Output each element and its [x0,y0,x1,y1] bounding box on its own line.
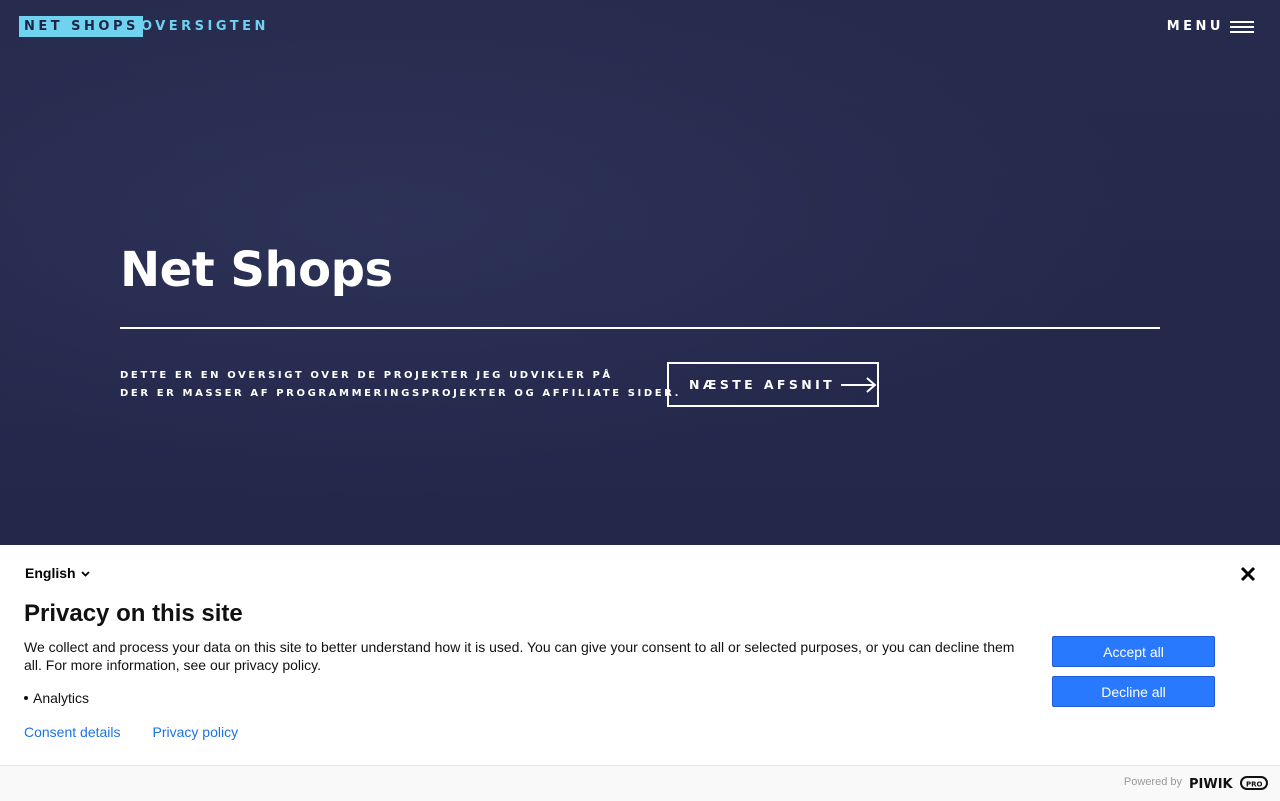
consent-links: Consent details Privacy policy [24,724,238,740]
piwik-pro-logo-icon[interactable]: PIWIK PRO [1189,775,1269,791]
consent-banner: English Privacy on this site We collect … [0,545,1280,801]
title-divider [120,327,1160,329]
bullet-icon [24,696,28,700]
privacy-policy-link[interactable]: Privacy policy [153,724,239,740]
close-icon[interactable] [1240,566,1256,582]
page-title: Net Shops [120,242,393,298]
consent-details-link[interactable]: Consent details [24,724,121,740]
decline-all-button[interactable]: Decline all [1052,676,1215,707]
hero-description-line: DER ER MASSER AF PROGRAMMERINGSPROJEKTER… [120,388,682,399]
language-label: English [25,565,76,581]
next-section-button[interactable]: NÆSTE AFSNIT [667,362,879,407]
hero-description-line: DETTE ER EN OVERSIGT OVER DE PROJEKTER J… [120,370,613,381]
chevron-down-icon [80,570,90,577]
consent-footer: Powered by PIWIK PRO [0,765,1280,801]
menu-label: MENU [1166,19,1224,34]
site-logo[interactable]: NET SHOPS [19,16,143,37]
arrow-right-icon [841,376,877,393]
purpose-item: Analytics [24,690,89,706]
svg-text:PIWIK: PIWIK [1189,777,1234,791]
consent-title: Privacy on this site [24,600,243,627]
top-bar: NET SHOPS OVERSIGTEN MENU [0,0,1280,54]
consent-description: We collect and process your data on this… [24,639,1015,673]
svg-text:PRO: PRO [1246,781,1263,789]
purpose-label: Analytics [33,690,90,706]
powered-by-label: Powered by [1123,776,1182,788]
language-select[interactable]: English [25,565,90,581]
hamburger-icon [1230,20,1254,33]
menu-button[interactable]: MENU [1167,16,1254,37]
hero-description: DETTE ER EN OVERSIGT OVER DE PROJEKTER J… [120,367,682,403]
hero-section: NET SHOPS OVERSIGTEN MENU Net Shops DETT… [0,0,1280,545]
site-section-label[interactable]: OVERSIGTEN [141,16,269,37]
accept-all-button[interactable]: Accept all [1052,636,1215,667]
next-section-label: NÆSTE AFSNIT [689,377,836,392]
